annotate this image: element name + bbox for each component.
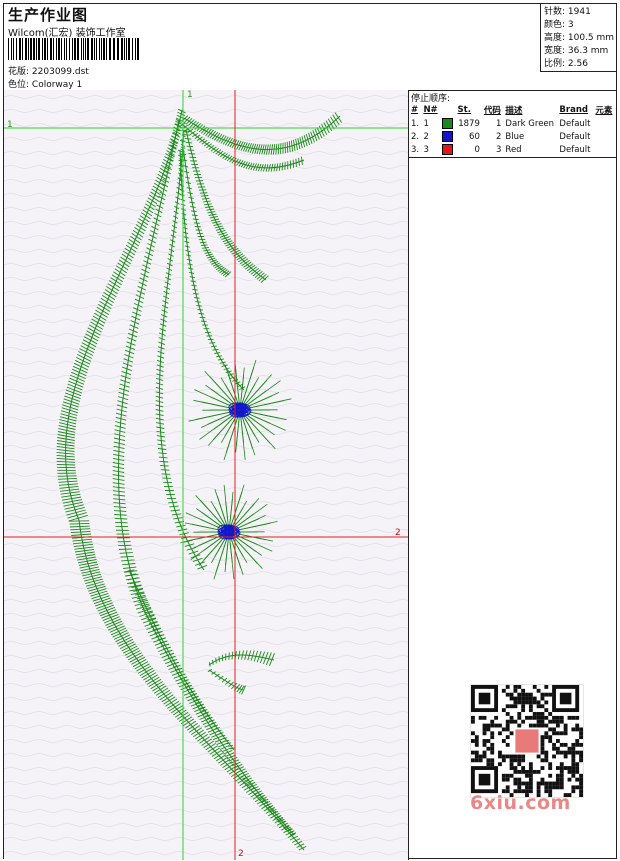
guide-label-2-bottom: 2 xyxy=(238,849,244,859)
company-name: Wilcom(汇宏) 装饰工作室 xyxy=(8,28,126,39)
row-description: Dark Green xyxy=(505,118,555,129)
page-title: 生产作业图 xyxy=(8,6,89,24)
color-table-header: # N# St. 代码 描述 Brand 元素 xyxy=(409,103,615,117)
table-row: 1. 1 1879 1 Dark Green Default xyxy=(409,117,615,130)
col-description: 描述 xyxy=(505,106,523,116)
swatch-blue xyxy=(442,131,454,142)
row-code: 3 xyxy=(496,144,502,155)
row-swatch xyxy=(440,143,455,156)
colorway-value: Colorway 1 xyxy=(31,80,83,90)
row-brand: Default xyxy=(559,131,591,142)
row-swatch xyxy=(440,117,455,130)
table-row: 3. 3 0 3 Red Default xyxy=(409,143,615,156)
col-needle: N# xyxy=(423,105,438,115)
row-brand: Default xyxy=(559,118,591,129)
design-stats: 针数: 1941 颜色: 3 高度: 100.5 mm 宽度: 36.3 mm … xyxy=(540,4,616,72)
col-code: 代码 xyxy=(483,106,501,116)
row-needle: 2 xyxy=(423,131,429,142)
sheet-header: 生产作业图 Wilcom(汇宏) 装饰工作室 花版: 2203099.dst 色… xyxy=(4,4,616,91)
color-table: # N# St. 代码 描述 Brand 元素 1. 1 1879 1 Dark… xyxy=(409,103,615,156)
row-brand: Default xyxy=(559,144,591,155)
design-file-value: 2203099.dst xyxy=(31,67,89,77)
row-needle: 1 xyxy=(423,118,429,129)
row-description: Blue xyxy=(505,131,525,142)
swatch-dark-green xyxy=(442,118,454,129)
embroidery-preview xyxy=(4,90,408,860)
col-stitches: St. xyxy=(457,105,471,115)
col-swatch xyxy=(440,103,455,117)
row-description: Red xyxy=(505,144,522,155)
guide-label-2-right: 2 xyxy=(395,528,401,538)
panel-divider xyxy=(409,157,616,158)
row-element xyxy=(593,117,615,130)
row-needle: 3 xyxy=(423,144,429,155)
col-index: # xyxy=(411,105,419,115)
stitch-count: 针数: 1941 xyxy=(544,7,591,17)
barcode-icon xyxy=(8,38,139,60)
guide-label-1-top: 1 xyxy=(187,90,193,100)
color-count: 颜色: 3 xyxy=(544,20,574,30)
swatch-red xyxy=(442,144,454,155)
row-index: 3. xyxy=(411,144,420,155)
col-element: 元素 xyxy=(595,106,613,116)
guide-label-1-left: 1 xyxy=(7,120,13,130)
row-code: 2 xyxy=(496,131,502,142)
table-row: 2. 2 60 2 Blue Default xyxy=(409,130,615,143)
row-stitches: 0 xyxy=(474,144,480,155)
row-stitches: 60 xyxy=(469,131,480,142)
design-file-row: 花版: 2203099.dst xyxy=(8,64,89,77)
row-index: 1. xyxy=(411,118,420,129)
row-element xyxy=(593,130,615,143)
design-height: 高度: 100.5 mm xyxy=(544,33,615,43)
design-file-label: 花版: xyxy=(8,67,30,77)
row-code: 1 xyxy=(496,118,502,129)
colorway-label: 色位: xyxy=(8,80,30,90)
design-scale: 比例: 2.56 xyxy=(544,59,588,69)
row-element xyxy=(593,143,615,156)
design-width: 宽度: 36.3 mm xyxy=(544,46,609,56)
design-canvas: 1 1 2 2 xyxy=(4,90,409,860)
row-index: 2. xyxy=(411,131,420,142)
row-stitches: 1879 xyxy=(458,118,480,129)
colorway-row: 色位: Colorway 1 xyxy=(8,77,82,90)
row-swatch xyxy=(440,130,455,143)
watermark-text: 6xiu.com xyxy=(470,792,571,814)
qr-code-icon xyxy=(470,684,584,798)
col-brand: Brand xyxy=(559,105,588,115)
